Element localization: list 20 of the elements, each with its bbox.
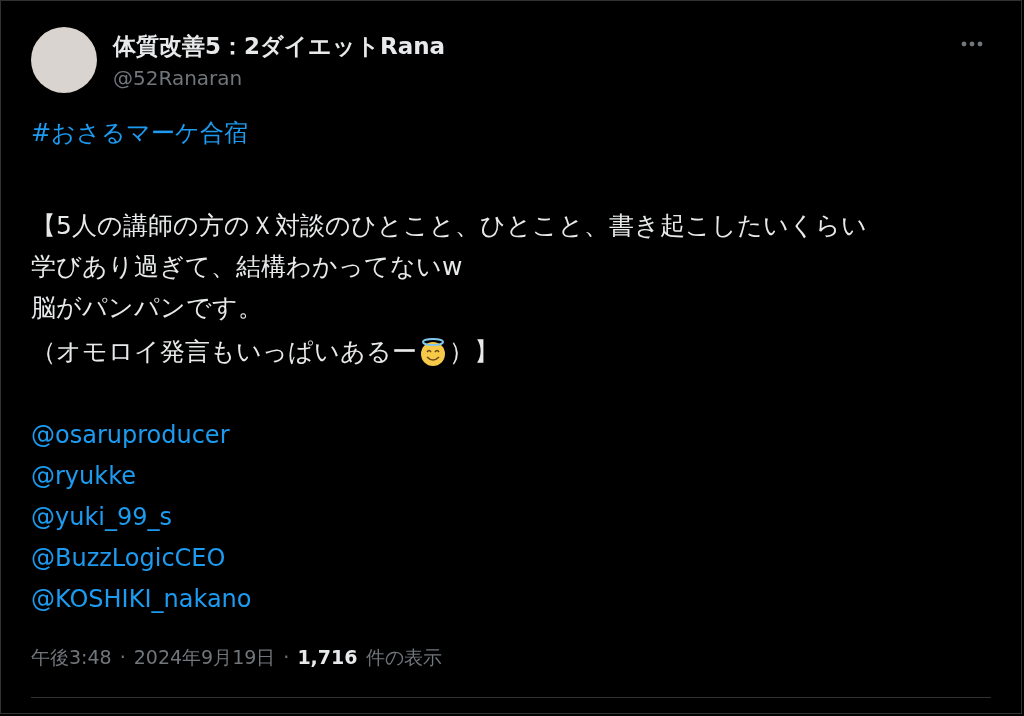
mention-link[interactable]: @yuki_99_s [31, 497, 173, 538]
view-count: 1,716 [297, 646, 358, 668]
author-handle[interactable]: @52Ranaran [113, 65, 945, 90]
tweet-text: 脳がパンパンです。 [31, 292, 263, 324]
tweet-text: 学びあり過ぎて、結構わかってないw [31, 251, 463, 283]
post-time[interactable]: 午後3:48 [31, 645, 112, 671]
author-name[interactable]: 体質改善5：2ダイエットRana [113, 30, 945, 62]
mention-link[interactable]: @KOSHIKI_nakano [31, 579, 252, 620]
hashtag-link[interactable]: #おさるマーケ合宿 [31, 117, 249, 149]
mention-link[interactable]: @BuzzLogicCEO [31, 538, 226, 579]
mention-link[interactable]: @ryukke [31, 456, 136, 497]
separator-dot: · [283, 646, 290, 668]
views-label: 件の表示 [365, 645, 442, 670]
more-options-icon[interactable] [961, 41, 983, 47]
tweet-text: 【5人の講師の方のＸ対談のひとこと、ひとこと、書き起こしたいくらい [31, 210, 867, 242]
tweet-text: ）】 [449, 336, 499, 368]
post-date[interactable]: 2024年9月19日 [133, 645, 276, 671]
tweet-text: （オモロイ発言もいっぱいあるー [31, 336, 417, 368]
mention-link[interactable]: @osaruproducer [31, 415, 230, 456]
separator-dot: · [119, 646, 126, 668]
